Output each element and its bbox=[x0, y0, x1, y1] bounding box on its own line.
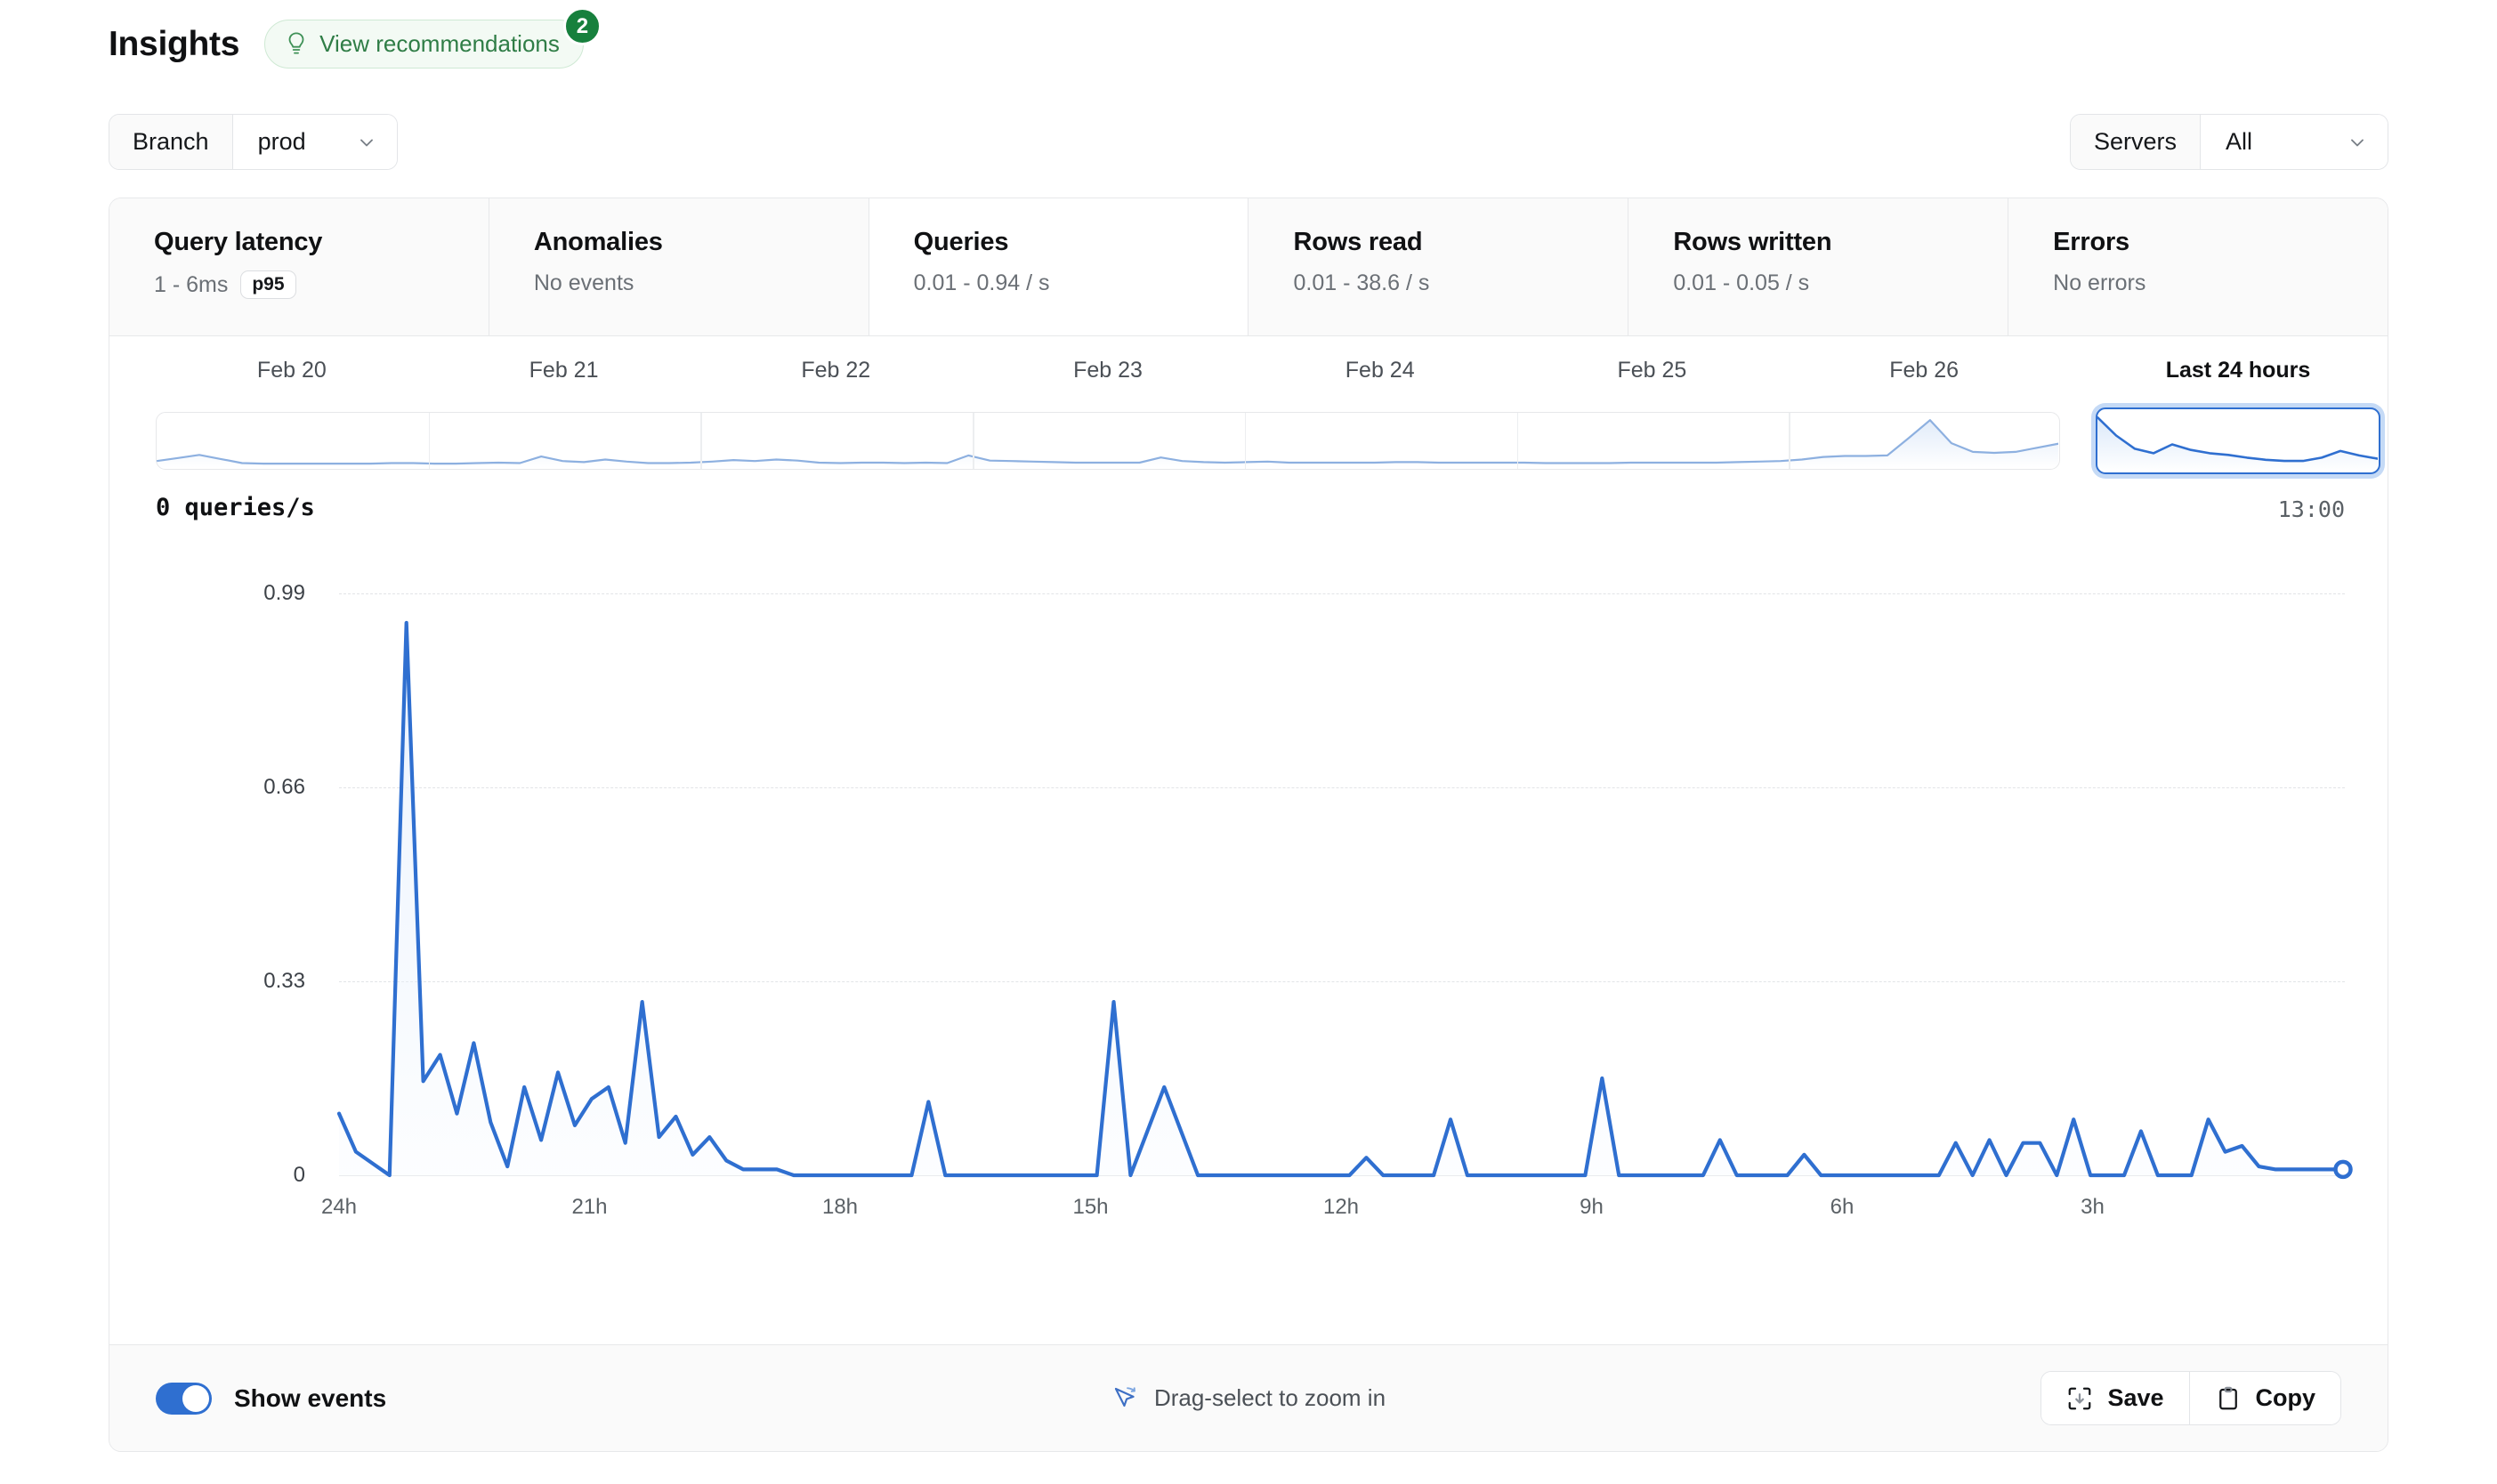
filter-bar: Branch prod Servers All bbox=[0, 114, 2497, 176]
show-events-toggle[interactable]: Show events bbox=[156, 1382, 387, 1415]
timeline-divider bbox=[700, 413, 702, 469]
view-recommendations-button[interactable]: View recommendations bbox=[264, 20, 584, 69]
metric-range: No events bbox=[533, 270, 634, 295]
timeline-label-feb-23[interactable]: Feb 23 bbox=[1073, 358, 1143, 383]
chart-current-time: 13:00 bbox=[2277, 496, 2345, 522]
branch-dropdown[interactable]: prod bbox=[232, 115, 397, 169]
timeline-label-feb-20[interactable]: Feb 20 bbox=[257, 358, 327, 383]
timeline-navigator: Feb 20 Feb 21 Feb 22 Feb 23 Feb 24 Feb 25 Feb … bbox=[109, 336, 2388, 483]
drag-select-hint-label: Drag-select to zoom in bbox=[1153, 1384, 1386, 1411]
save-label: Save bbox=[2107, 1384, 2164, 1411]
chart-footer: Show events Drag-select to zoom in Save bbox=[109, 1344, 2388, 1451]
metric-range: 0.01 - 0.94 / s bbox=[913, 270, 1050, 295]
metric-tab-rows-written[interactable]: Rows written 0.01 - 0.05 / s bbox=[1628, 198, 2009, 335]
timeline-track[interactable] bbox=[156, 412, 2060, 470]
metric-tab-rows-read[interactable]: Rows read 0.01 - 38.6 / s bbox=[1248, 198, 1629, 335]
metric-tab-errors[interactable]: Errors No errors bbox=[2008, 198, 2388, 335]
metric-title: Anomalies bbox=[533, 228, 663, 256]
timeline-label-feb-26[interactable]: Feb 26 bbox=[1889, 358, 1959, 383]
insights-card: Query latency 1 - 6ms p95 Anomalies No event… bbox=[109, 198, 2388, 1452]
timeline-label-feb-25[interactable]: Feb 25 bbox=[1618, 358, 1687, 383]
servers-value: All bbox=[2226, 128, 2253, 155]
insights-page: Insights View recommendations 2 Branch p… bbox=[0, 0, 2497, 1484]
chart-actions: Save Copy bbox=[2040, 1371, 2341, 1425]
metric-range: No errors bbox=[2053, 270, 2146, 295]
timeline-divider bbox=[1516, 413, 1519, 469]
timeline-divider bbox=[428, 413, 431, 469]
metric-subtitle: 0.01 - 38.6 / s bbox=[1293, 270, 1628, 296]
clipboard-icon bbox=[2218, 1386, 2237, 1409]
metric-tab-anomalies[interactable]: Anomalies No events bbox=[489, 198, 869, 335]
timeline-divider bbox=[1789, 413, 1790, 469]
lightbulb-icon bbox=[288, 31, 304, 54]
page-title: Insights bbox=[109, 24, 240, 63]
branch-selector[interactable]: Branch prod bbox=[109, 114, 398, 170]
metric-tabs: Query latency 1 - 6ms p95 Anomalies No event… bbox=[109, 198, 2388, 336]
timeline-label-feb-24[interactable]: Feb 24 bbox=[1345, 358, 1415, 383]
timeline-divider bbox=[1244, 413, 1247, 469]
metric-range: 0.01 - 0.05 / s bbox=[1673, 270, 1810, 295]
show-events-label: Show events bbox=[234, 1383, 387, 1412]
recommendations-badge: 2 bbox=[562, 7, 602, 45]
page-header: Insights View recommendations 2 bbox=[109, 7, 602, 69]
toggle-knob bbox=[182, 1384, 209, 1412]
copy-label: Copy bbox=[2255, 1384, 2316, 1411]
metric-title: Queries bbox=[913, 228, 1009, 256]
save-button[interactable]: Save bbox=[2041, 1372, 2189, 1424]
chevron-down-icon bbox=[2351, 139, 2364, 146]
queries-chart[interactable]: 0.99 0.66 0.33 0 24h 21h 18h 15h 12h 9h 6h 3h bbox=[109, 551, 2388, 1254]
timeline-labels: Feb 20 Feb 21 Feb 22 Feb 23 Feb 24 Feb 25 Feb … bbox=[109, 358, 2388, 386]
drag-select-hint: Drag-select to zoom in bbox=[1111, 1384, 1386, 1412]
metric-pill: p95 bbox=[240, 270, 296, 299]
recommendations-wrapper: View recommendations 2 bbox=[264, 7, 602, 69]
metric-subtitle: No errors bbox=[2053, 270, 2388, 296]
branch-label: Branch bbox=[109, 115, 233, 169]
metric-title: Errors bbox=[2053, 228, 2129, 256]
metric-subtitle: 0.01 - 0.05 / s bbox=[1673, 270, 2008, 296]
metric-range: 0.01 - 38.6 / s bbox=[1293, 270, 1430, 295]
metric-tab-query-latency[interactable]: Query latency 1 - 6ms p95 bbox=[109, 198, 489, 335]
branch-value: prod bbox=[257, 128, 306, 155]
servers-label: Servers bbox=[2070, 115, 2201, 169]
servers-selector[interactable]: Servers All bbox=[2069, 114, 2388, 170]
timeline-label-feb-21[interactable]: Feb 21 bbox=[529, 358, 599, 383]
metric-range: 1 - 6ms bbox=[154, 271, 229, 297]
chart-current-value: 0 queries/s bbox=[156, 494, 315, 521]
metric-subtitle: No events bbox=[534, 270, 869, 296]
timeline-label-feb-22[interactable]: Feb 22 bbox=[801, 358, 870, 383]
save-frame-icon bbox=[2069, 1387, 2091, 1409]
metric-tab-queries[interactable]: Queries 0.01 - 0.94 / s bbox=[869, 198, 1249, 335]
metric-subtitle: 0.01 - 0.94 / s bbox=[914, 270, 1248, 296]
timeline-divider bbox=[973, 413, 974, 469]
chevron-down-icon bbox=[360, 139, 373, 146]
servers-dropdown[interactable]: All bbox=[2201, 115, 2388, 169]
toggle-track[interactable] bbox=[156, 1382, 212, 1415]
metric-title: Rows written bbox=[1673, 228, 1832, 256]
copy-button[interactable]: Copy bbox=[2188, 1372, 2340, 1424]
drag-select-cursor-icon bbox=[1114, 1386, 1135, 1407]
view-recommendations-label: View recommendations bbox=[319, 30, 560, 57]
chart-header: 0 queries/s 13:00 bbox=[109, 494, 2388, 551]
metric-title: Rows read bbox=[1293, 228, 1423, 256]
queries-series-line bbox=[336, 620, 2353, 1180]
metric-title: Query latency bbox=[154, 228, 323, 256]
timeline-label-last-24-hours[interactable]: Last 24 hours bbox=[2166, 358, 2311, 383]
timeline-selection-last-24-hours[interactable] bbox=[2096, 407, 2380, 474]
metric-subtitle: 1 - 6ms p95 bbox=[154, 270, 489, 299]
